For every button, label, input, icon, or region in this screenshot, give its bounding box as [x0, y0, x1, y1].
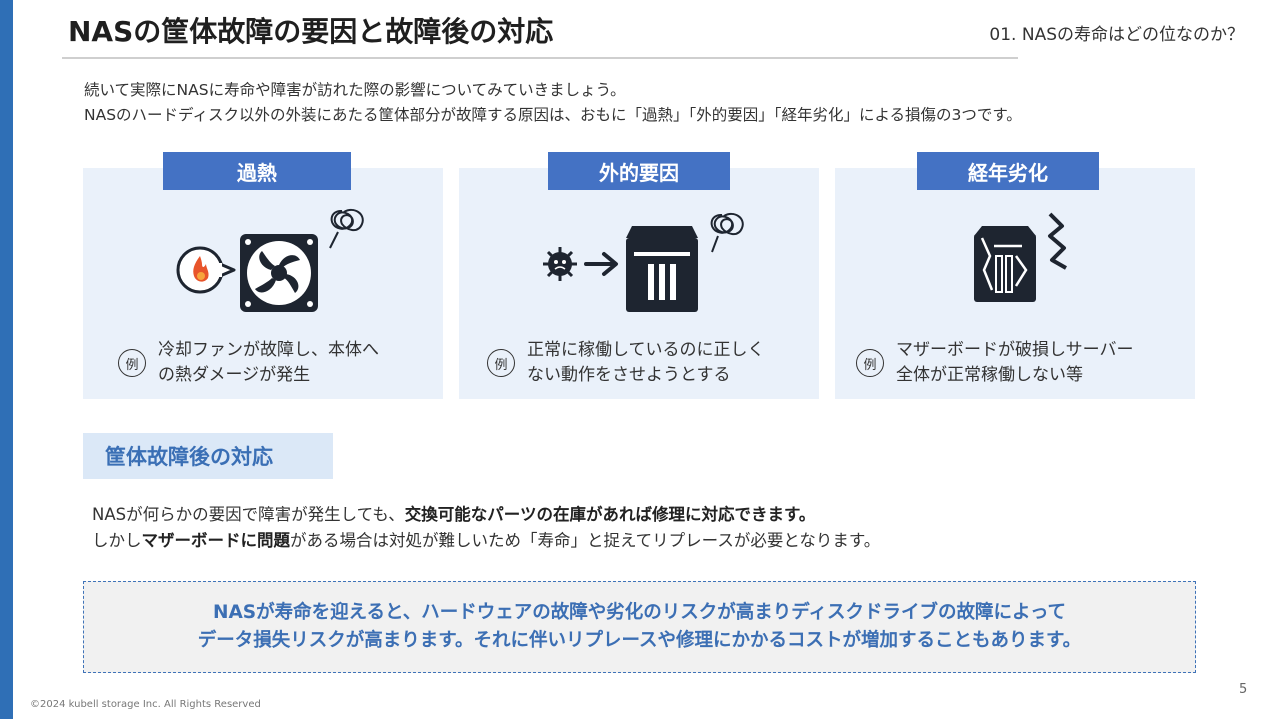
example-mark: 例 — [856, 349, 884, 377]
example-line: 全体が正常稼働しない等 — [896, 365, 1083, 385]
section-label: 01. NASの寿命はどの位なのか？ — [989, 25, 1244, 45]
intro-text: 続いて実際にNASに寿命や障害が訪れた際の影響についてみていきましょう。 NAS… — [84, 78, 1022, 128]
virus-to-nas-icon — [543, 212, 744, 312]
accent-sidebar-bar — [0, 0, 13, 719]
cause-card-label-external: 外的要因 — [548, 152, 730, 190]
response-text-bold: マザーボードに問題 — [141, 531, 291, 550]
response-text-bold: 交換可能なパーツの在庫があれば修理に対応できます。 — [404, 505, 816, 524]
example-mark: 例 — [487, 349, 515, 377]
response-text-plain: がある場合は対処が難しいため「寿命」と捉えてリプレースが必要となります。 — [290, 531, 881, 550]
example-line: マザーボードが破損しサーバー — [896, 340, 1134, 360]
example-line: の熱ダメージが発生 — [158, 365, 311, 385]
response-heading: 筐体故障後の対応 — [83, 433, 333, 479]
cause-example-external: 例 正常に稼働しているのに正しく ない動作をさせようとする — [487, 338, 765, 388]
callout-line-1: NASが寿命を迎えると、ハードウェアの故障や劣化のリスクが高まりディスクドライブ… — [212, 602, 1067, 623]
cause-card-label-overheat: 過熱 — [163, 152, 351, 190]
response-line-1: NASが何らかの要因で障害が発生しても、交換可能なパーツの在庫があれば修理に対応… — [92, 502, 880, 528]
response-line-2: しかしマザーボードに問題がある場合は対処が難しいため「寿命」と捉えてリプレースが… — [92, 528, 880, 554]
response-text-plain: NASが何らかの要因で障害が発生しても、 — [92, 505, 405, 524]
intro-line-2: NASのハードディスク以外の外装にあたる筐体部分が故障する原因は、おもに「過熱」… — [84, 106, 1022, 124]
example-line: ない動作をさせようとする — [527, 365, 731, 385]
page-title: NASの筐体故障の要因と故障後の対応 — [68, 15, 554, 48]
cause-card-label-aging: 経年劣化 — [917, 152, 1099, 190]
response-text-plain: しかし — [92, 531, 142, 550]
example-line: 冷却ファンが故障し、本体へ — [158, 340, 379, 360]
example-line: 正常に稼働しているのに正しく — [527, 340, 765, 360]
broken-board-icon — [974, 212, 1067, 302]
example-mark: 例 — [118, 349, 146, 377]
response-text: NASが何らかの要因で障害が発生しても、交換可能なパーツの在庫があれば修理に対応… — [92, 502, 880, 554]
fan-overheat-icon — [176, 208, 364, 312]
copyright-notice: ©2024 kubell storage Inc. All Rights Res… — [30, 699, 261, 710]
page-number: 5 — [1239, 682, 1248, 697]
callout-line-2: データ損失リスクが高まります。それに伴いリプレースや修理にかかるコストが増加する… — [197, 630, 1082, 651]
title-divider — [62, 57, 1018, 59]
cause-example-aging: 例 マザーボードが破損しサーバー 全体が正常稼働しない等 — [856, 338, 1134, 388]
intro-line-1: 続いて実際にNASに寿命や障害が訪れた際の影響についてみていきましょう。 — [84, 81, 626, 99]
summary-callout: NASが寿命を迎えると、ハードウェアの故障や劣化のリスクが高まりディスクドライブ… — [83, 581, 1196, 673]
cause-example-overheat: 例 冷却ファンが故障し、本体へ の熱ダメージが発生 — [118, 338, 379, 388]
